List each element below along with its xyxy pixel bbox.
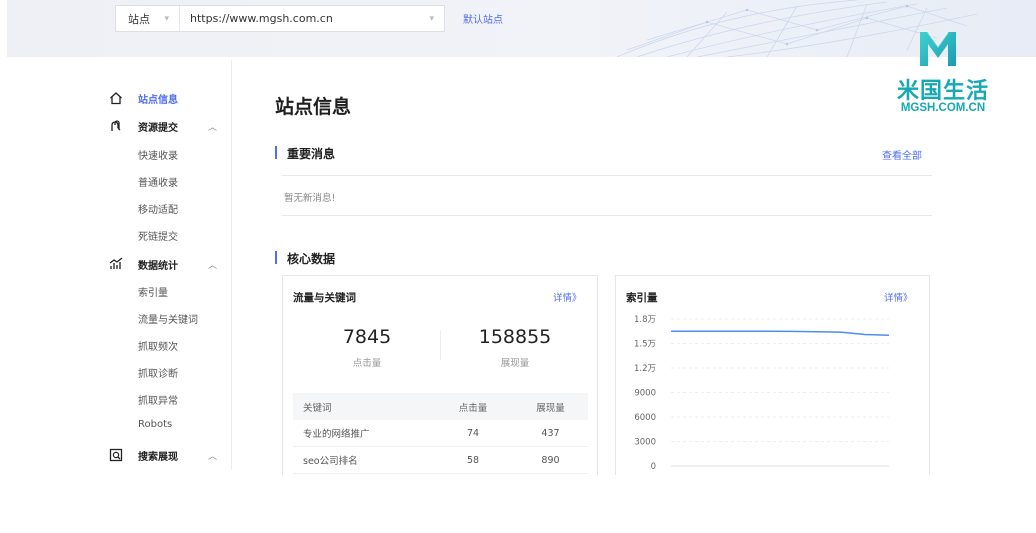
sidebar-item-crawl-diagnosis[interactable]: 抓取诊断 xyxy=(138,365,178,380)
news-section-title: 重要消息 xyxy=(275,145,335,162)
sidebar-group-submit[interactable]: 资源提交 ︿ xyxy=(96,116,232,136)
y-tick-label: 1.5万 xyxy=(634,340,656,350)
chevron-up-icon[interactable]: ︿ xyxy=(208,258,217,271)
sidebar-group-label: 数据统计 xyxy=(138,260,178,272)
sidebar-item-traffic-keywords[interactable]: 流量与关键词 xyxy=(138,311,198,326)
site-type-dropdown[interactable]: 站点 ▾ xyxy=(116,6,180,31)
header-keyword: 关键词 xyxy=(303,402,332,414)
sidebar-item-crawl-frequency[interactable]: 抓取频次 xyxy=(138,338,178,353)
clicks-cell: 58 xyxy=(466,454,480,466)
sidebar-group-search-display[interactable]: 搜索展现 ︿ xyxy=(96,445,232,465)
keyword-cell: seo公司排名 xyxy=(303,456,358,467)
stats-icon xyxy=(108,256,124,272)
table-row[interactable]: seo公司排名 58 890 xyxy=(293,447,588,474)
y-tick-label: 6000 xyxy=(634,413,656,423)
sidebar-group-label: 搜索展现 xyxy=(138,451,178,463)
core-data-section-title: 核心数据 xyxy=(275,250,335,267)
divider xyxy=(282,215,932,216)
logo-chinese-text: 米国生活 xyxy=(896,79,989,104)
sidebar-item-site-info[interactable]: 站点信息 xyxy=(96,88,232,108)
sidebar-nav: 站点信息 资源提交 ︿ 快速收录 普通收录 移动适配 死链提交 数据统计 ︿ 索… xyxy=(96,60,232,470)
page-title: 站点信息 xyxy=(275,96,352,118)
site-url-value[interactable]: https://www.mgsh.com.cn xyxy=(180,12,429,25)
table-row[interactable]: 专业的网络推广 74 437 xyxy=(293,420,588,447)
site-selector[interactable]: 站点 ▾ https://www.mgsh.com.cn ▾ xyxy=(115,5,445,32)
y-tick-label: 1.2万 xyxy=(634,364,656,374)
clicks-value: 7845 xyxy=(342,326,392,348)
logo-english-text: MGSH.COM.CN xyxy=(900,102,986,114)
table-header: 关键词 点击量 展现量 xyxy=(293,393,588,420)
impressions-value: 158855 xyxy=(478,326,552,348)
app-root: 站点 ▾ https://www.mgsh.com.cn ▾ 默认站点 米国生活… xyxy=(0,0,1036,533)
sidebar-item-crawl-errors[interactable]: 抓取异常 xyxy=(138,392,178,407)
impressions-cell: 890 xyxy=(541,454,560,466)
y-tick-label: 3000 xyxy=(634,438,656,448)
logo-m-icon xyxy=(920,31,956,66)
sidebar-item-index-volume[interactable]: 索引量 xyxy=(138,284,168,299)
sidebar-item-robots[interactable]: Robots xyxy=(138,419,172,430)
mgsh-watermark-logo: 米国生活 MGSH.COM.CN xyxy=(884,28,1004,120)
sidebar-item-label: 站点信息 xyxy=(138,94,178,106)
header-impressions: 展现量 xyxy=(536,402,565,414)
sidebar-item-dead-link[interactable]: 死链提交 xyxy=(138,228,178,243)
home-icon xyxy=(108,90,124,106)
search-display-icon xyxy=(108,447,124,463)
clicks-cell: 74 xyxy=(466,427,480,439)
index-volume-card: 索引量 详情》 0 3000 6000 9000 1.2万 1.5万 1.8万 xyxy=(615,275,930,475)
traffic-keywords-card: 流量与关键词 详情》 7845 点击量 158855 展现量 关键词 点击量 展… xyxy=(282,275,598,475)
card-title: 流量与关键词 xyxy=(293,292,356,304)
index-volume-chart: 0 3000 6000 9000 1.2万 1.5万 1.8万 xyxy=(634,315,890,472)
sidebar-group-stats[interactable]: 数据统计 ︿ xyxy=(96,254,232,274)
keyword-cell: 专业的网络推广 xyxy=(303,429,370,440)
y-tick-label: 0 xyxy=(651,462,656,472)
site-type-label: 站点 xyxy=(128,12,150,26)
chevron-up-icon[interactable]: ︿ xyxy=(208,120,217,133)
default-site-link[interactable]: 默认站点 xyxy=(463,11,503,26)
sidebar-item-fast-index[interactable]: 快速收录 xyxy=(138,147,178,162)
submit-icon xyxy=(108,118,124,134)
traffic-detail-link[interactable]: 详情》 xyxy=(553,290,582,304)
sidebar-item-normal-index[interactable]: 普通收录 xyxy=(138,174,178,189)
keyword-table: 关键词 点击量 展现量 专业的网络推广 74 437 seo公司排名 58 89… xyxy=(293,393,588,474)
clicks-label: 点击量 xyxy=(352,358,382,369)
divider xyxy=(282,175,932,176)
y-tick-label: 9000 xyxy=(634,389,656,399)
index-series-line xyxy=(671,330,890,337)
sidebar-group-label: 资源提交 xyxy=(138,122,178,134)
impressions-cell: 437 xyxy=(541,427,560,439)
sidebar-item-mobile-adapt[interactable]: 移动适配 xyxy=(138,201,178,216)
impressions-label: 展现量 xyxy=(500,358,530,369)
top-banner: 站点 ▾ https://www.mgsh.com.cn ▾ 默认站点 xyxy=(7,0,1036,57)
empty-news-message: 暂无新消息! xyxy=(284,193,336,204)
y-tick-label: 1.8万 xyxy=(634,315,656,325)
caret-down-icon[interactable]: ▾ xyxy=(429,14,444,24)
view-all-link[interactable]: 查看全部 xyxy=(882,147,922,162)
header-clicks: 点击量 xyxy=(458,402,488,414)
chevron-up-icon[interactable]: ︿ xyxy=(208,449,217,462)
caret-down-icon: ▾ xyxy=(164,13,169,24)
